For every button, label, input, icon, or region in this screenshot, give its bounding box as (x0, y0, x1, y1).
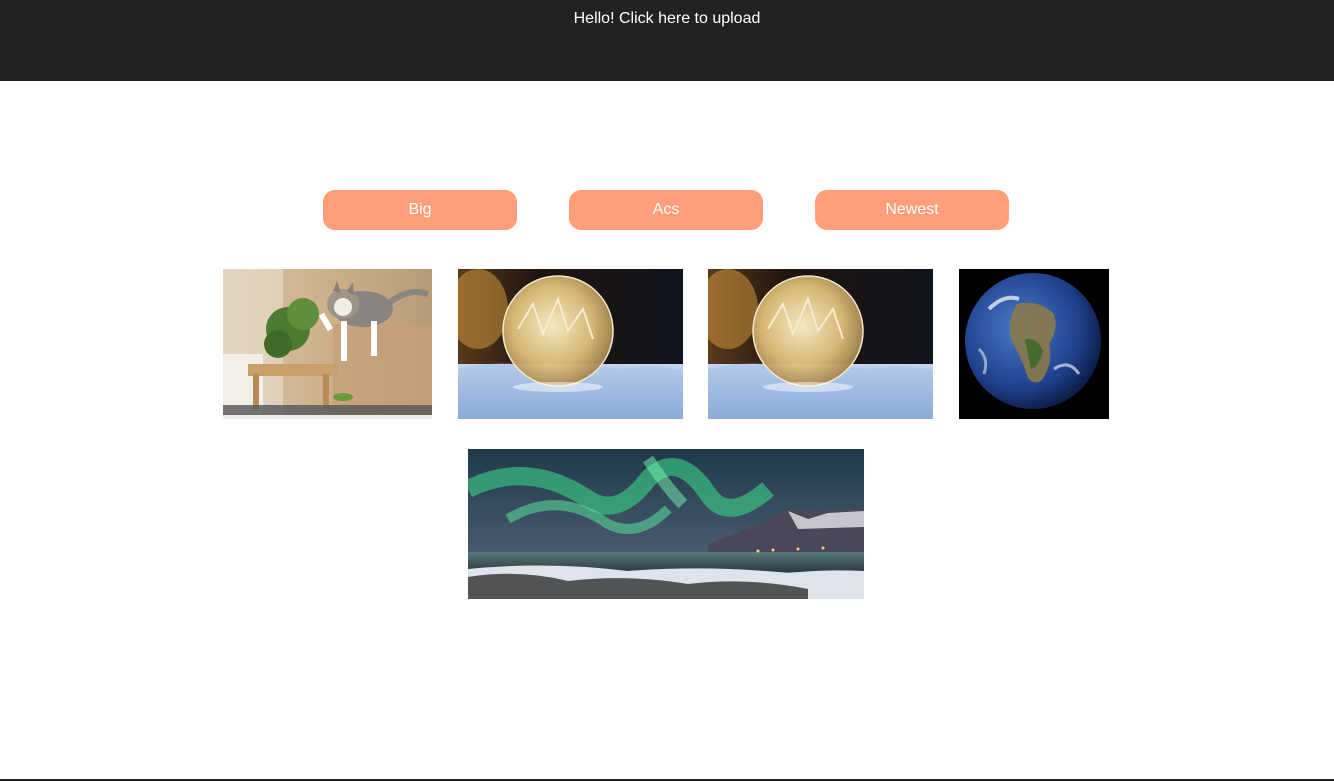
sort-newest-button[interactable]: Newest (815, 190, 1009, 230)
bubble-picture (458, 269, 683, 419)
aurora-picture (468, 449, 864, 599)
kitten-picture (223, 269, 432, 419)
gallery-image-earth[interactable] (959, 269, 1109, 419)
sort-big-button[interactable]: Big (323, 190, 517, 230)
top-header: Hello! Click here to upload (0, 0, 1334, 81)
gallery-image-kitten[interactable] (223, 269, 432, 419)
gallery-image-bubble[interactable] (708, 269, 933, 419)
gallery-image-bubble[interactable] (458, 269, 683, 419)
upload-link[interactable]: Hello! Click here to upload (0, 10, 1334, 28)
earth-picture (959, 269, 1109, 419)
sort-acs-button[interactable]: Acs (569, 190, 763, 230)
gallery-image-aurora[interactable] (468, 449, 864, 599)
bubble-picture (708, 269, 933, 419)
